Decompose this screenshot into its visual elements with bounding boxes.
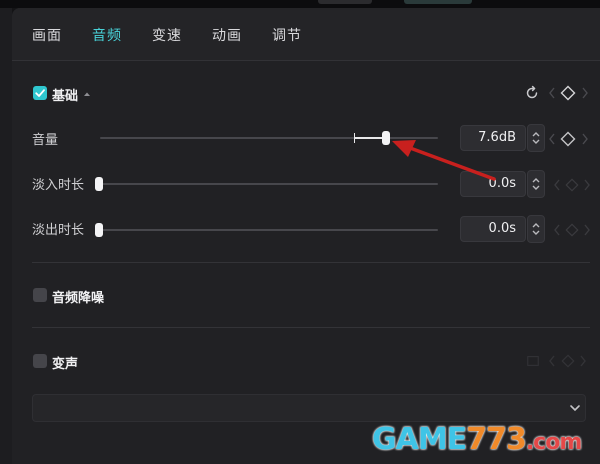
chevron-right-icon	[584, 224, 590, 236]
section-divider	[32, 262, 590, 263]
chevron-right-icon	[582, 133, 588, 145]
tab-animation[interactable]: 动画	[212, 25, 242, 45]
stepper-arrows-icon	[532, 132, 540, 144]
chevron-right-icon	[582, 87, 588, 99]
fade-in-stepper[interactable]	[527, 170, 545, 198]
window-top-strip	[0, 0, 600, 8]
chevron-right-icon	[584, 179, 590, 191]
collapse-caret-icon[interactable]	[82, 89, 92, 99]
section-divider	[32, 327, 590, 328]
tab-audio[interactable]: 音频	[92, 25, 122, 45]
fade-out-stepper[interactable]	[527, 215, 545, 243]
chevron-left-icon	[549, 87, 555, 99]
basic-section-title: 基础	[52, 89, 79, 104]
reset-icon[interactable]	[524, 85, 540, 101]
voice-change-checkbox[interactable]	[33, 354, 47, 368]
fade-out-value-field[interactable]: 0.0s	[460, 216, 526, 242]
fade-in-label: 淡入时长	[32, 178, 85, 193]
check-icon	[35, 89, 45, 97]
chevron-left-icon	[549, 133, 555, 145]
chevron-left-icon	[549, 355, 555, 367]
tab-video[interactable]: 画面	[32, 25, 62, 45]
voice-effect-dropdown[interactable]	[32, 394, 586, 422]
top-tab-fragment-accent	[404, 0, 472, 4]
fade-in-slider-thumb[interactable]	[95, 177, 103, 191]
watermark-game: GAME	[372, 422, 467, 457]
tab-speed[interactable]: 变速	[152, 25, 182, 45]
fade-out-slider-track	[100, 229, 438, 231]
stepper-arrows-icon	[532, 178, 540, 190]
volume-keyframe-icon[interactable]	[560, 131, 576, 147]
fade-out-label: 淡出时长	[32, 223, 85, 238]
voice-change-title: 变声	[52, 357, 79, 372]
volume-label: 音量	[32, 133, 59, 148]
basic-checkbox[interactable]	[33, 86, 47, 100]
diamond-keyframe-icon[interactable]	[560, 85, 576, 101]
diamond-keyframe-icon	[565, 223, 579, 237]
reset-icon	[527, 356, 539, 366]
audio-properties-panel: 画面 音频 变速 动画 调节 基础 音量 7.6dB 淡入时长 0.0s 淡出时…	[12, 8, 600, 464]
left-panel-edge	[0, 8, 12, 464]
noise-reduction-title: 音频降噪	[52, 291, 105, 306]
chevron-left-icon	[554, 179, 560, 191]
chevron-down-icon	[570, 405, 580, 412]
diamond-keyframe-icon	[565, 178, 579, 192]
chevron-right-icon	[580, 355, 586, 367]
volume-stepper[interactable]	[527, 124, 545, 152]
tab-bar: 画面 音频 变速 动画 调节	[12, 8, 600, 61]
fade-out-slider-thumb[interactable]	[95, 223, 103, 237]
stepper-arrows-icon	[532, 223, 540, 235]
chevron-left-icon	[554, 224, 560, 236]
top-tab-fragment	[318, 0, 372, 4]
annotation-arrow-icon	[392, 140, 496, 181]
watermark-number: 773	[466, 422, 527, 457]
noise-reduction-checkbox[interactable]	[33, 288, 47, 302]
watermark-logo: GAME773.com	[372, 422, 582, 462]
watermark-domain: .com	[525, 430, 582, 455]
tab-adjust[interactable]: 调节	[272, 25, 302, 45]
diamond-keyframe-icon	[561, 354, 575, 368]
